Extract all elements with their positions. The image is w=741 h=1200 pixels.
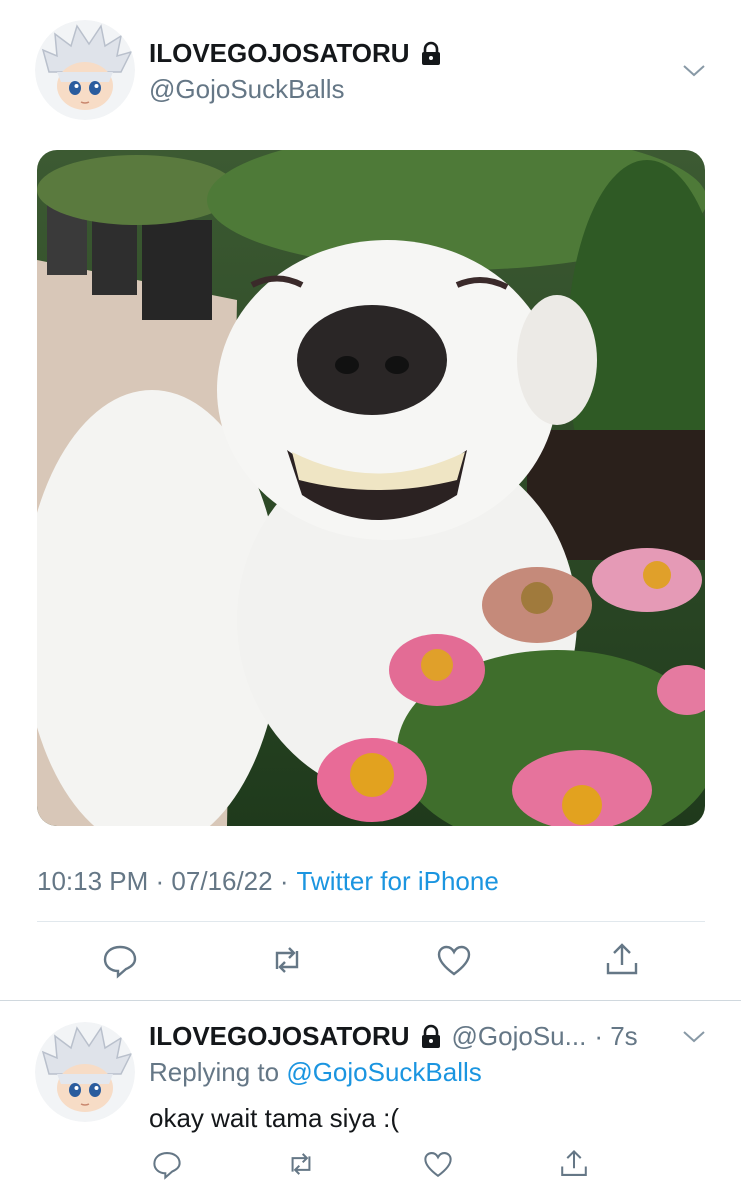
divider [37,921,705,922]
reply-icon[interactable] [151,1148,183,1180]
lock-icon [418,1024,444,1050]
retweet-icon[interactable] [268,941,306,979]
chevron-down-icon[interactable] [680,1022,708,1050]
reply-author-name[interactable]: ILOVEGOJOSATORU [149,1021,410,1052]
chevron-down-icon[interactable] [680,56,708,84]
reply-header: ILOVEGOJOSATORU @GojoSu... · 7s [149,1021,638,1052]
tweet-meta: 10:13 PM · 07/16/22 · Twitter for iPhone [37,866,499,897]
reply-author-avatar[interactable] [35,1022,135,1122]
reply-time: · 7s [594,1021,638,1051]
tweet-source-link[interactable]: Twitter for iPhone [296,866,498,897]
author-name-row[interactable]: ILOVEGOJOSATORU [149,38,444,69]
reply-author-handle[interactable]: @GojoSu... [452,1021,587,1052]
share-icon[interactable] [558,1148,590,1180]
replying-to-line: Replying to @GojoSuckBalls [149,1057,482,1088]
author-name[interactable]: ILOVEGOJOSATORU [149,38,410,69]
reply-text: okay wait tama siya :( [149,1103,399,1133]
retweet-icon[interactable] [285,1148,317,1180]
tweet-photo[interactable] [37,150,705,826]
author-avatar[interactable] [35,20,135,120]
share-icon[interactable] [603,941,641,979]
tweet-timestamp[interactable]: 10:13 PM · 07/16/22 · [37,866,288,897]
author-handle[interactable]: @GojoSuckBalls [149,74,344,105]
lock-icon [418,41,444,67]
reply-icon[interactable] [101,941,139,979]
heart-icon[interactable] [422,1148,454,1180]
divider [0,1000,741,1001]
heart-icon[interactable] [435,941,473,979]
replying-to-link[interactable]: @GojoSuckBalls [286,1057,481,1087]
replying-to-prefix: Replying to [149,1057,280,1087]
